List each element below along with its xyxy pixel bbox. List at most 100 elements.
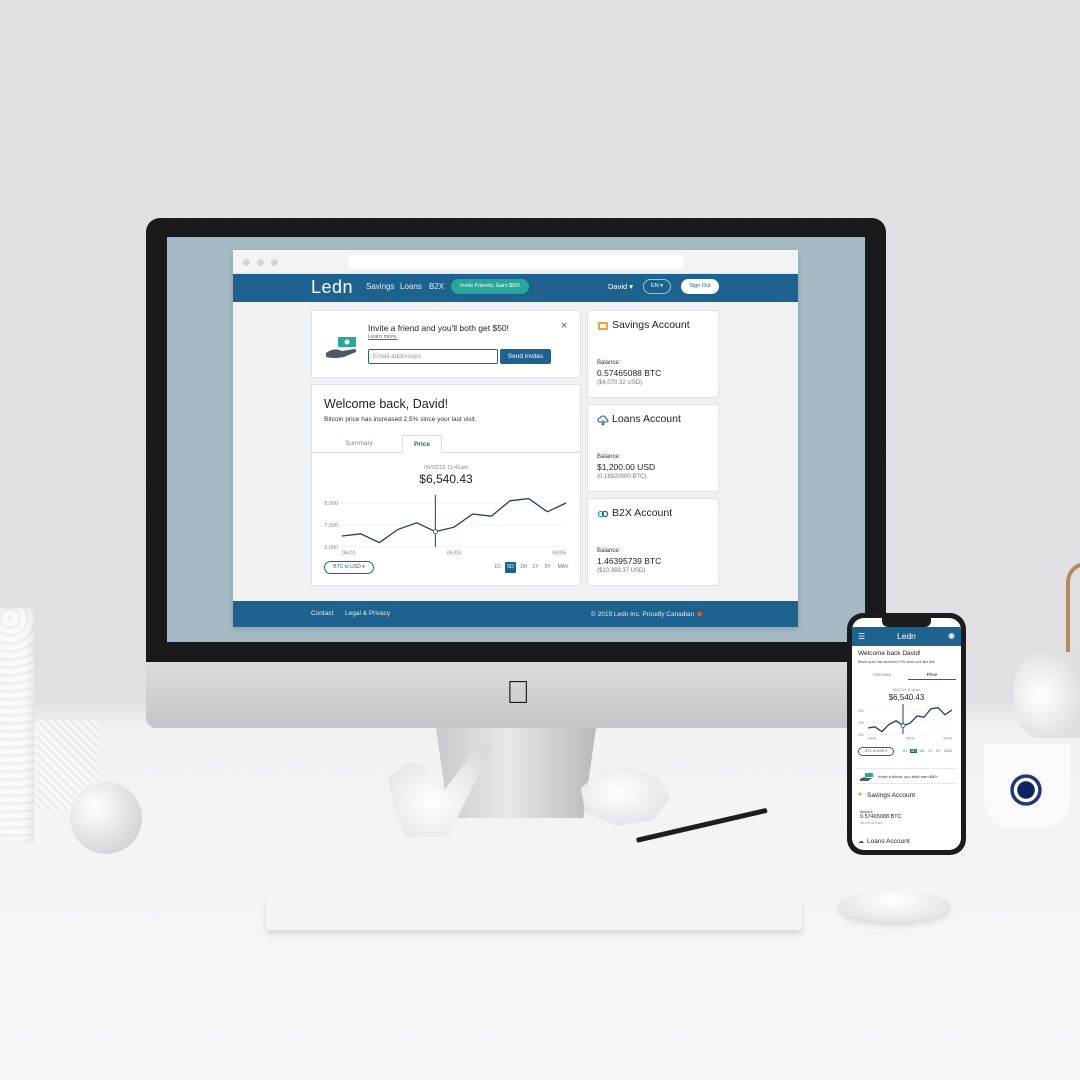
cloud-icon xyxy=(597,415,609,426)
window-minimize-dot[interactable] xyxy=(257,259,264,266)
phone-cloud-icon: ☁ xyxy=(858,839,864,845)
ledn-logo[interactable]: Ledn xyxy=(311,277,353,298)
browser-window: Ledn Savings Loans B2X Invite Friends, E… xyxy=(233,250,798,627)
range-5y[interactable]: 5Y xyxy=(542,562,553,573)
b2x-balance: 1.46395739 BTC xyxy=(597,556,662,566)
loans-account-card[interactable]: Loans Account Balance: $1,200.00 USD (0.… xyxy=(587,404,719,492)
y-tick-label: 8,000 xyxy=(858,709,864,713)
x-tick-label: 06/03 xyxy=(906,737,915,741)
close-icon[interactable]: × xyxy=(561,320,567,332)
phone-range-5y[interactable]: 5Y xyxy=(936,749,941,753)
price-line xyxy=(341,497,567,544)
phone-piggy-bank-icon: ■ xyxy=(858,792,862,798)
invite-friends-button[interactable]: Invite Friends, Earn $50! xyxy=(451,279,529,294)
phone-range-max[interactable]: MAX xyxy=(944,749,952,753)
tall-vase xyxy=(0,608,34,842)
tab-price[interactable]: Price xyxy=(402,435,442,453)
send-invites-button[interactable]: Send invites xyxy=(500,349,551,364)
phone-currency-pair-select[interactable]: BTC to USD ▾ xyxy=(858,747,894,756)
footer-contact[interactable]: Contact xyxy=(311,610,333,617)
url-bar[interactable] xyxy=(349,255,683,269)
welcome-subtitle: Bitcoin price has increased 2.5% since y… xyxy=(324,416,477,423)
phone-range-1m[interactable]: 1M xyxy=(919,749,924,753)
learn-more-link[interactable]: Learn more. xyxy=(368,334,398,340)
email-input[interactable]: Email addresses xyxy=(368,349,498,364)
cup-flower-pattern xyxy=(1006,770,1046,810)
x-tick-label: 06/01 xyxy=(868,737,877,741)
price-chart[interactable]: 8,000 7,000 6,000 06/01 06/03 06/05 xyxy=(312,489,580,557)
tab-bar: Summary Price xyxy=(312,435,580,453)
phone-range-1d[interactable]: 1D xyxy=(902,749,907,753)
invite-title: Invite a friend and you'll both get $50! xyxy=(368,323,510,333)
tab-summary[interactable]: Summary xyxy=(324,435,394,453)
crumpled-paper xyxy=(580,767,671,826)
phone-notch xyxy=(882,618,931,627)
b2x-title: B2X Account xyxy=(612,507,673,519)
nav-b2x[interactable]: B2X xyxy=(429,282,444,291)
top-nav: Ledn Savings Loans B2X Invite Friends, E… xyxy=(233,274,798,302)
phone-chart-price: $6,540.43 xyxy=(888,693,925,702)
x-tick-label: 06/03 xyxy=(447,551,461,557)
price-line xyxy=(867,706,953,733)
phone-welcome-subtitle: Bitcoin price has increased 2.5% since y… xyxy=(858,660,936,664)
y-tick-label: 6,000 xyxy=(858,733,864,737)
chart-date: 06/02/19 11:41am xyxy=(424,465,468,471)
phone-invite-text: Invite a friend, you both earn $50! xyxy=(878,774,938,779)
apple-logo-icon:  xyxy=(503,674,533,710)
hand-money-icon xyxy=(326,337,357,358)
range-selector: 1D 5D 1M 1Y 5Y MAX xyxy=(492,562,572,574)
loans-balance-label: Balance: xyxy=(597,454,621,460)
phone-tab-price[interactable]: Price xyxy=(908,670,956,680)
highlight-point xyxy=(900,723,906,729)
nav-savings[interactable]: Savings xyxy=(366,282,394,291)
keyboard xyxy=(266,896,802,930)
x-tick-label: 06/05 xyxy=(943,737,952,741)
footer-legal[interactable]: Legal & Privacy xyxy=(345,610,390,617)
phone-savings-balance-usd: ($4,070.32 USD) xyxy=(860,821,883,825)
currency-pair-select[interactable]: BTC to USD ▾ xyxy=(324,561,374,574)
loans-title: Loans Account xyxy=(612,413,681,425)
phone-tab-summary[interactable]: Summary xyxy=(858,670,906,680)
loans-balance-btc: (0.16920000 BTC) xyxy=(597,474,647,480)
window-close-dot[interactable] xyxy=(243,259,250,266)
range-1y[interactable]: 1Y xyxy=(530,562,541,573)
savings-account-card[interactable]: Savings Account Balance: 0.57465088 BTC … xyxy=(587,310,719,398)
hamburger-menu-icon[interactable]: ☰ xyxy=(858,632,865,641)
y-tick-label: 8,000 xyxy=(324,501,338,507)
phone-device: ☰ Ledn ◉ Welcome back David! Bitcoin pri… xyxy=(847,613,966,855)
glass-orb xyxy=(70,782,142,854)
y-tick-label: 7,000 xyxy=(324,523,338,529)
range-1m[interactable]: 1M xyxy=(518,562,529,573)
phone-savings-balance: 0.57465088 BTC xyxy=(860,814,902,820)
footer-copyright: © 2019 Ledn Inc. Proudly Canadian 🍁 xyxy=(591,611,704,618)
loans-balance: $1,200.00 USD xyxy=(597,462,656,472)
phone-price-chart[interactable]: 8,000 7,000 6,000 06/01 06/03 06/05 xyxy=(858,704,955,742)
phone-invite-banner[interactable]: Invite a friend, you both earn $50! xyxy=(856,768,957,784)
highlight-point xyxy=(432,529,438,534)
welcome-title: Welcome back, David! xyxy=(324,397,449,411)
sign-out-button[interactable]: Sign Out xyxy=(681,279,719,294)
phone-range-5d[interactable]: 5D xyxy=(910,749,917,753)
b2x-balance-usd: ($10,369.37 USD) xyxy=(597,568,646,574)
range-1d[interactable]: 1D xyxy=(492,562,503,573)
range-max[interactable]: MAX xyxy=(555,562,571,573)
phone-savings-title[interactable]: Savings Account xyxy=(867,792,915,799)
imac-screen: Ledn Savings Loans B2X Invite Friends, E… xyxy=(167,237,865,642)
mouse xyxy=(838,890,950,922)
invite-card: Invite a friend and you'll both get $50!… xyxy=(311,310,581,378)
language-select[interactable]: EN ▾ xyxy=(643,279,671,294)
phone-welcome-title: Welcome back David! xyxy=(858,650,921,657)
savings-title: Savings Account xyxy=(612,319,690,331)
user-icon[interactable]: ◉ xyxy=(948,631,955,640)
b2x-account-card[interactable]: B2X Account Balance: 1.46395739 BTC ($10… xyxy=(587,498,719,586)
range-5d[interactable]: 5D xyxy=(505,562,516,573)
phone-range-1y[interactable]: 1Y xyxy=(928,749,933,753)
user-menu[interactable]: David ▾ xyxy=(608,282,633,291)
phone-chart-date: 06/02/19 11:41am xyxy=(892,688,921,692)
window-maximize-dot[interactable] xyxy=(271,259,278,266)
nav-loans[interactable]: Loans xyxy=(400,282,422,291)
teapot xyxy=(1014,652,1080,738)
y-tick-label: 6,000 xyxy=(324,545,338,551)
phone-loans-title[interactable]: Loans Account xyxy=(867,838,910,845)
phone-logo[interactable]: Ledn xyxy=(897,631,916,641)
